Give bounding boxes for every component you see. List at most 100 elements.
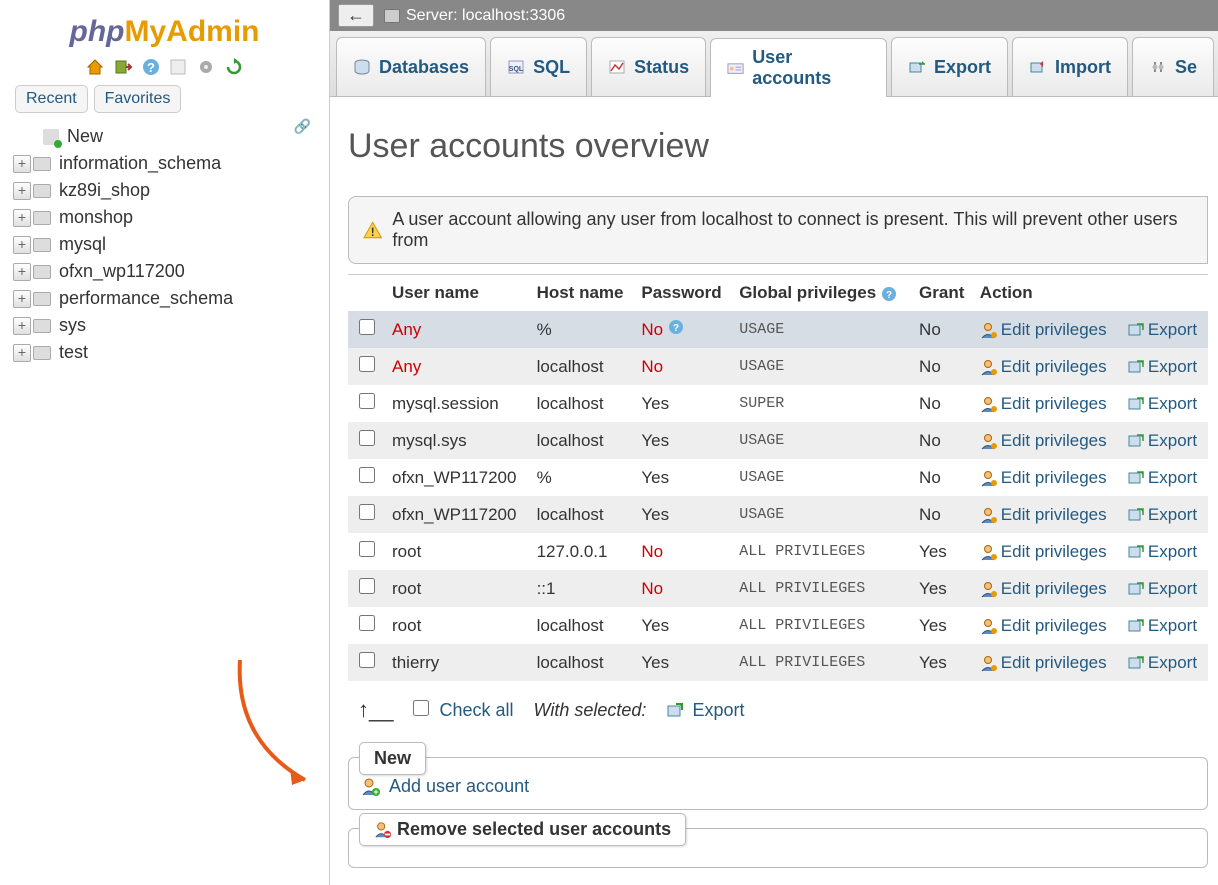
- expand-icon[interactable]: +: [13, 263, 31, 281]
- main-panel: ← Server: localhost:3306 DatabasesSQLSQL…: [330, 0, 1218, 885]
- tree-new[interactable]: New: [13, 123, 316, 150]
- settings-icon[interactable]: [196, 57, 216, 77]
- tab-icon: [608, 59, 626, 75]
- new-db-icon: [43, 129, 59, 145]
- tree-db-item[interactable]: +test: [13, 339, 316, 366]
- cell-edit-privileges[interactable]: Edit privileges: [974, 385, 1121, 422]
- cell-export[interactable]: Export: [1121, 348, 1208, 385]
- cell-password: No: [635, 533, 733, 570]
- row-checkbox[interactable]: [359, 356, 375, 372]
- tab-sql[interactable]: SQLSQL: [490, 37, 587, 96]
- row-checkbox[interactable]: [359, 430, 375, 446]
- home-icon[interactable]: [85, 57, 105, 77]
- database-tree: New +information_schema+kz89i_shop+monsh…: [13, 123, 316, 366]
- cell-username: root: [386, 607, 531, 644]
- tab-databases[interactable]: Databases: [336, 37, 486, 96]
- export-icon: [1127, 358, 1145, 376]
- row-checkbox[interactable]: [359, 541, 375, 557]
- remove-legend: Remove selected user accounts: [359, 813, 686, 846]
- tab-export[interactable]: Export: [891, 37, 1008, 96]
- tree-db-item[interactable]: +sys: [13, 312, 316, 339]
- expand-icon[interactable]: +: [13, 290, 31, 308]
- cell-export[interactable]: Export: [1121, 311, 1208, 348]
- cell-export[interactable]: Export: [1121, 644, 1208, 681]
- new-legend: New: [359, 742, 426, 775]
- edit-user-icon: [980, 432, 998, 450]
- tree-db-item[interactable]: +performance_schema: [13, 285, 316, 312]
- expand-icon[interactable]: +: [13, 236, 31, 254]
- row-checkbox[interactable]: [359, 615, 375, 631]
- export-icon: [666, 702, 684, 720]
- recent-tab[interactable]: Recent: [15, 85, 88, 113]
- cell-privileges: USAGE: [733, 459, 913, 496]
- cell-grant: Yes: [913, 533, 974, 570]
- check-all[interactable]: Check all: [413, 700, 513, 721]
- cell-export[interactable]: Export: [1121, 422, 1208, 459]
- cell-edit-privileges[interactable]: Edit privileges: [974, 459, 1121, 496]
- edit-user-icon: [980, 617, 998, 635]
- cell-edit-privileges[interactable]: Edit privileges: [974, 607, 1121, 644]
- expand-icon[interactable]: +: [13, 344, 31, 362]
- expand-icon[interactable]: +: [13, 182, 31, 200]
- expand-icon[interactable]: +: [13, 155, 31, 173]
- cell-export[interactable]: Export: [1121, 496, 1208, 533]
- tab-se[interactable]: Se: [1132, 37, 1214, 96]
- cell-export[interactable]: Export: [1121, 607, 1208, 644]
- tree-db-item[interactable]: +monshop: [13, 204, 316, 231]
- export-icon: [1127, 321, 1145, 339]
- tab-user-accounts[interactable]: User accounts: [710, 38, 887, 97]
- help-icon[interactable]: ?: [881, 286, 897, 302]
- tab-import[interactable]: Import: [1012, 37, 1128, 96]
- svg-text:+: +: [373, 787, 378, 797]
- table-row: ofxn_WP117200localhostYesUSAGENoEdit pri…: [348, 496, 1208, 533]
- cell-grant: No: [913, 459, 974, 496]
- row-checkbox[interactable]: [359, 393, 375, 409]
- tree-db-item[interactable]: +kz89i_shop: [13, 177, 316, 204]
- cell-grant: No: [913, 348, 974, 385]
- cell-username: thierry: [386, 644, 531, 681]
- svg-text:SQL: SQL: [509, 66, 524, 73]
- row-checkbox[interactable]: [359, 578, 375, 594]
- expand-icon[interactable]: +: [13, 209, 31, 227]
- annotation-arrow: [220, 650, 330, 800]
- cell-export[interactable]: Export: [1121, 385, 1208, 422]
- row-checkbox[interactable]: [359, 319, 375, 335]
- tree-db-item[interactable]: +information_schema: [13, 150, 316, 177]
- export-selected[interactable]: Export: [666, 700, 744, 721]
- col-action: Action: [974, 275, 1121, 312]
- cell-edit-privileges[interactable]: Edit privileges: [974, 311, 1121, 348]
- cell-privileges: ALL PRIVILEGES: [733, 570, 913, 607]
- with-selected-label: With selected:: [534, 700, 647, 721]
- sql-query-icon[interactable]: [168, 57, 188, 77]
- tab-icon: [908, 59, 926, 75]
- svg-text:!: !: [371, 226, 375, 239]
- cell-edit-privileges[interactable]: Edit privileges: [974, 533, 1121, 570]
- row-checkbox[interactable]: [359, 467, 375, 483]
- help-icon[interactable]: ?: [141, 57, 161, 77]
- tab-status[interactable]: Status: [591, 37, 706, 96]
- expand-icon[interactable]: +: [13, 317, 31, 335]
- link-icon[interactable]: 🔗: [294, 118, 311, 135]
- remove-users-fieldset: Remove selected user accounts: [348, 828, 1208, 868]
- cell-edit-privileges[interactable]: Edit privileges: [974, 644, 1121, 681]
- cell-edit-privileges[interactable]: Edit privileges: [974, 570, 1121, 607]
- cell-export[interactable]: Export: [1121, 570, 1208, 607]
- cell-edit-privileges[interactable]: Edit privileges: [974, 422, 1121, 459]
- export-icon: [1127, 395, 1145, 413]
- cell-export[interactable]: Export: [1121, 459, 1208, 496]
- reload-icon[interactable]: [224, 57, 244, 77]
- favorites-tab[interactable]: Favorites: [94, 85, 182, 113]
- add-user-account-link[interactable]: + Add user account: [361, 776, 1195, 797]
- tree-db-item[interactable]: +mysql: [13, 231, 316, 258]
- cell-edit-privileges[interactable]: Edit privileges: [974, 348, 1121, 385]
- check-all-checkbox[interactable]: [413, 700, 429, 716]
- tree-db-item[interactable]: +ofxn_wp117200: [13, 258, 316, 285]
- logout-icon[interactable]: [113, 57, 133, 77]
- cell-edit-privileges[interactable]: Edit privileges: [974, 496, 1121, 533]
- row-checkbox[interactable]: [359, 504, 375, 520]
- cell-export[interactable]: Export: [1121, 533, 1208, 570]
- back-button[interactable]: ←: [338, 4, 374, 27]
- row-checkbox[interactable]: [359, 652, 375, 668]
- edit-user-icon: [980, 580, 998, 598]
- tab-icon: SQL: [507, 59, 525, 75]
